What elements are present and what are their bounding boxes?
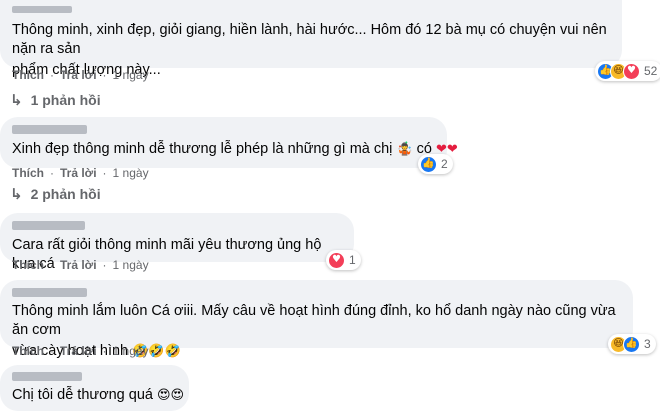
comment-actions: Thích · Trả lời · 1 ngày: [12, 344, 149, 358]
timestamp[interactable]: 1 ngày: [113, 68, 149, 82]
comment-bubble: Xinh đẹp thông minh dễ thương lễ phép là…: [0, 117, 458, 168]
reply-button[interactable]: Trả lời: [60, 258, 97, 272]
separator: ·: [50, 166, 54, 180]
juggling-emoji: 🤹: [396, 142, 413, 157]
reaction-count: 2: [441, 157, 448, 171]
reply-arrow-icon: ↳: [10, 185, 23, 203]
comment-bubble: Thông minh, xinh đẹp, giỏi giang, hiền l…: [0, 0, 622, 78]
author-name-redacted[interactable]: [12, 288, 87, 297]
author-name-redacted[interactable]: [12, 125, 87, 134]
love-reaction-icon: ♥: [623, 62, 640, 80]
love-reaction-icon: ♥: [328, 251, 345, 269]
reaction-count: 52: [644, 64, 658, 78]
like-button[interactable]: Thích: [12, 68, 44, 82]
comment-text-main: Xinh đẹp thông minh dễ thương lễ phép là…: [12, 141, 393, 157]
reaction-summary[interactable]: ♥ 1: [326, 250, 361, 270]
comment-text-main: Chị tôi dễ thương quá: [12, 387, 153, 403]
like-button[interactable]: Thích: [12, 344, 44, 358]
author-name-redacted[interactable]: [12, 6, 72, 13]
separator: ·: [102, 344, 107, 358]
comment-text: Thông minh, xinh đẹp, giỏi giang, hiền l…: [12, 22, 607, 57]
reaction-summary[interactable]: 👍 😆 ♥ 52: [595, 61, 660, 81]
author-name-redacted[interactable]: [12, 221, 85, 230]
reaction-summary[interactable]: 👍 2: [418, 154, 453, 174]
like-button[interactable]: Thích: [12, 166, 44, 180]
reply-arrow-icon: ↳: [10, 91, 23, 109]
reaction-count: 3: [644, 337, 651, 351]
reaction-count: 1: [349, 253, 356, 267]
comment-text: Thông minh lắm luôn Cá ơiii. Mấy câu về …: [12, 303, 616, 338]
reaction-summary[interactable]: 😆 👍 3: [608, 334, 656, 354]
comment-text: Chị tôi dễ thương quá 😍😍: [12, 386, 184, 405]
reply-button[interactable]: Trả lời: [60, 166, 97, 180]
comment-actions: Thích · Trả lời · 1 ngày: [12, 68, 149, 82]
comment-bubble: Thông minh lắm luôn Cá ơiii. Mấy câu về …: [0, 280, 633, 359]
comment-bubble: Chị tôi dễ thương quá 😍😍: [0, 365, 189, 411]
timestamp[interactable]: 1 ngày: [113, 344, 149, 358]
timestamp[interactable]: 1 ngày: [113, 258, 149, 272]
heart-eyes-emoji: 😍😍: [156, 388, 185, 403]
like-button[interactable]: Thích: [12, 258, 44, 272]
separator: ·: [50, 344, 54, 358]
comment-actions: Thích · Trả lời · 1 ngày: [12, 166, 149, 180]
separator: ·: [102, 258, 107, 272]
comment-bubble: Cara rất giỏi thông minh mãi yêu thương …: [0, 213, 354, 272]
separator: ·: [50, 68, 54, 82]
author-name-redacted[interactable]: [12, 372, 82, 381]
comment-text: Xinh đẹp thông minh dễ thương lễ phép là…: [12, 140, 458, 159]
reply-button[interactable]: Trả lời: [60, 68, 97, 82]
replies-count-label: 1 phản hồi: [30, 92, 101, 108]
timestamp[interactable]: 1 ngày: [113, 166, 149, 180]
comment-actions: Thích · Trả lời · 1 ngày: [12, 258, 149, 272]
reply-button[interactable]: Trả lời: [60, 344, 97, 358]
separator: ·: [102, 166, 107, 180]
view-replies-button[interactable]: ↳ 1 phản hồi: [10, 91, 101, 109]
like-reaction-icon: 👍: [623, 335, 640, 353]
separator: ·: [102, 68, 107, 82]
replies-count-label: 2 phản hồi: [30, 186, 101, 202]
view-replies-button[interactable]: ↳ 2 phản hồi: [10, 185, 101, 203]
separator: ·: [50, 258, 54, 272]
like-reaction-icon: 👍: [420, 155, 437, 173]
